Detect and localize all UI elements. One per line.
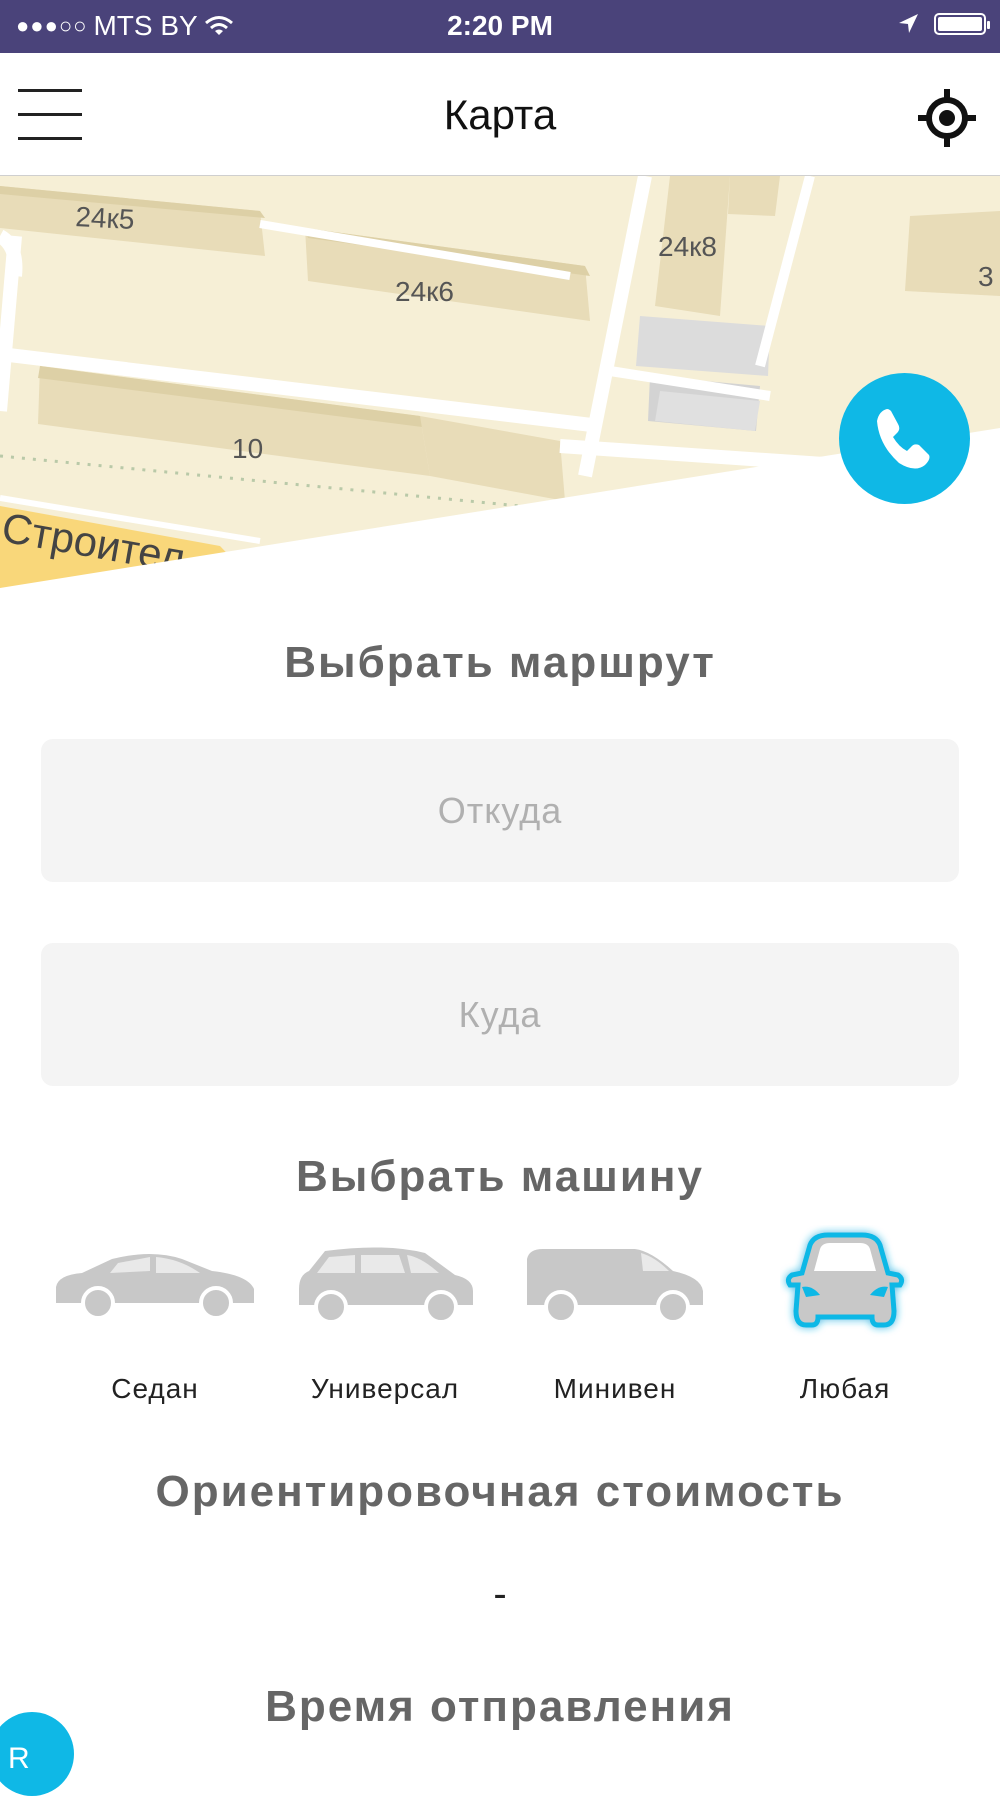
battery-icon (934, 13, 990, 35)
phone-icon (876, 408, 929, 469)
status-time: 2:20 PM (447, 10, 553, 41)
car-option-label: Универсал (310, 1373, 460, 1404)
floating-r-button[interactable]: R (0, 1712, 74, 1796)
location-arrow-icon (899, 14, 918, 33)
wagon-car-icon (299, 1247, 473, 1324)
to-address-input[interactable] (41, 943, 959, 1086)
departure-section-title: Время отправления (265, 1682, 735, 1731)
car-option-label: Седан (111, 1373, 199, 1404)
crosshair-location-icon[interactable] (918, 89, 976, 147)
car-option-minivan[interactable]: Минивен (505, 1245, 725, 1415)
map-tiles: 24к5 24к6 24к8 10 Строител 3 (0, 176, 1000, 588)
floating-r-label: R (8, 1742, 30, 1775)
call-button[interactable] (839, 373, 970, 504)
car-section-title: Выбрать машину (296, 1152, 704, 1201)
status-right (896, 12, 990, 36)
route-section-title: Выбрать маршрут (284, 638, 716, 687)
car-type-selector: Седан Универсал Минивен Любая (0, 1232, 1000, 1415)
page-title: Карта (443, 91, 557, 138)
map-label: 24к5 (75, 201, 136, 235)
map-label: 10 (232, 433, 263, 464)
map-label: 3 (978, 261, 994, 292)
sedan-car-icon (56, 1254, 254, 1320)
car-option-sedan[interactable]: Седан (45, 1245, 265, 1415)
estimated-price-value: - (493, 1572, 507, 1616)
map-label: 24к8 (658, 231, 717, 262)
car-option-any[interactable]: Любая (735, 1232, 955, 1415)
car-option-label: Минивен (553, 1373, 677, 1404)
status-bar: ●●●○○ MTS BY 2:20 PM (0, 0, 1000, 53)
estimate-section-title: Ориентировочная стоимость (155, 1467, 845, 1516)
map-label: 24к6 (395, 276, 454, 307)
nav-bar: Карта (0, 53, 1000, 176)
car-option-label: Любая (799, 1373, 891, 1404)
any-car-front-icon (785, 1232, 905, 1328)
car-option-wagon[interactable]: Универсал (275, 1245, 495, 1415)
minivan-icon (527, 1249, 703, 1324)
map-view[interactable]: 24к5 24к6 24к8 10 Строител 3 (0, 176, 1000, 588)
from-address-input[interactable] (41, 739, 959, 882)
